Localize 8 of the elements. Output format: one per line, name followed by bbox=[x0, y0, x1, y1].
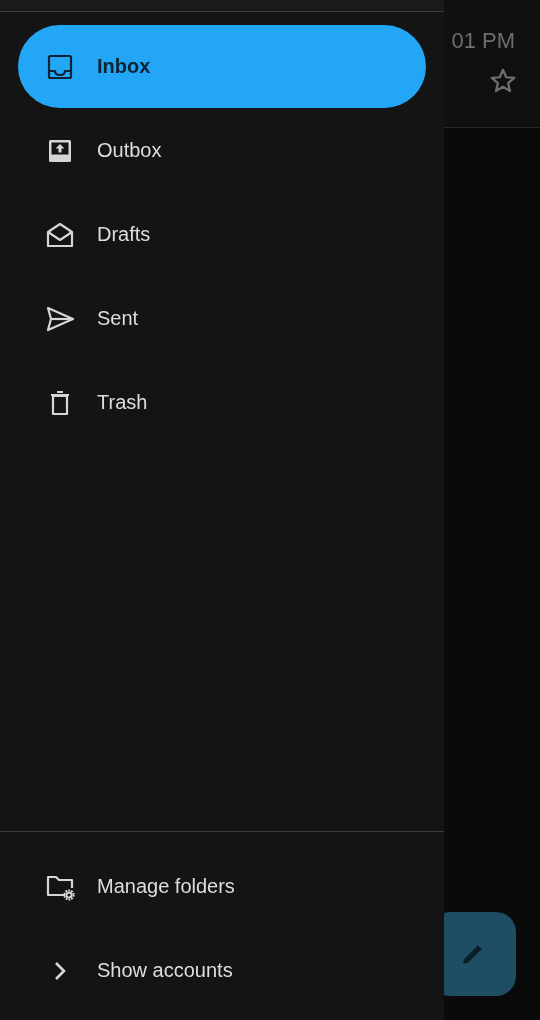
folder-item[interactable]: Inbox bbox=[18, 25, 426, 108]
drawer-action[interactable]: Manage folders bbox=[18, 845, 426, 928]
message-time: 01 PM bbox=[451, 28, 515, 54]
folder-item[interactable]: Outbox bbox=[18, 109, 426, 192]
folder-item[interactable]: Trash bbox=[18, 361, 426, 444]
folder-item[interactable]: Sent bbox=[18, 277, 426, 360]
drawer-action[interactable]: Show accounts bbox=[18, 929, 426, 1012]
folder-item[interactable]: Drafts bbox=[18, 193, 426, 276]
